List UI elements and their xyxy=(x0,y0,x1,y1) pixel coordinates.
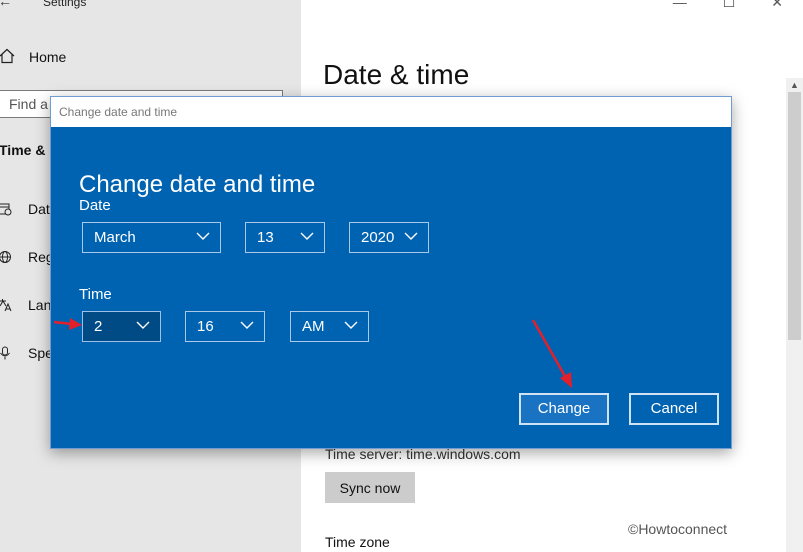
minimize-icon[interactable]: — xyxy=(673,0,687,11)
hour-value: 2 xyxy=(94,318,103,335)
hour-select[interactable]: 2 xyxy=(82,311,161,342)
dialog-titlebar[interactable]: Change date and time xyxy=(51,97,731,127)
chevron-down-icon xyxy=(300,232,314,240)
cancel-button[interactable]: Cancel xyxy=(629,393,719,425)
back-arrow-icon[interactable]: ← xyxy=(0,0,12,9)
sidebar-item-label: Home xyxy=(29,49,67,65)
ampm-value: AM xyxy=(302,318,325,335)
globe-icon xyxy=(0,251,11,263)
month-select[interactable]: March xyxy=(82,222,221,253)
dialog-heading: Change date and time xyxy=(79,170,316,198)
year-value: 2020 xyxy=(361,229,395,246)
close-icon[interactable]: ✕ xyxy=(771,0,783,11)
chevron-down-icon xyxy=(404,232,418,240)
window-controls: — ☐ ✕ xyxy=(673,0,783,11)
microphone-icon xyxy=(0,346,10,360)
chevron-down-icon xyxy=(196,232,210,240)
maximize-icon[interactable]: ☐ xyxy=(723,0,736,11)
year-select[interactable]: 2020 xyxy=(349,222,429,253)
month-value: March xyxy=(94,229,136,246)
chevron-down-icon xyxy=(136,321,150,329)
change-date-time-dialog: Change date and time Change date and tim… xyxy=(50,96,732,449)
date-label: Date xyxy=(79,197,111,214)
window-title: Settings xyxy=(43,0,87,9)
minute-select[interactable]: 16 xyxy=(185,311,265,342)
time-label: Time xyxy=(79,286,112,303)
dialog-titlebar-text: Change date and time xyxy=(59,105,178,119)
home-icon xyxy=(0,48,15,64)
calendar-clock-icon xyxy=(0,203,12,216)
ampm-select[interactable]: AM xyxy=(290,311,369,342)
chevron-down-icon xyxy=(344,321,358,329)
minute-value: 16 xyxy=(197,318,214,335)
watermark: ©Howtoconnect xyxy=(628,521,728,537)
find-setting-placeholder: Find a xyxy=(9,96,48,112)
day-value: 13 xyxy=(257,229,274,246)
time-zone-label: Time zone xyxy=(325,534,390,550)
scrollbar-thumb[interactable] xyxy=(788,92,801,340)
change-button[interactable]: Change xyxy=(519,393,609,425)
day-select[interactable]: 13 xyxy=(245,222,325,253)
page-title: Date & time xyxy=(323,58,470,90)
sync-now-button[interactable]: Sync now xyxy=(325,472,415,503)
language-icon xyxy=(0,299,12,312)
scroll-up-icon[interactable]: ▲ xyxy=(790,80,799,90)
chevron-down-icon xyxy=(240,321,254,329)
